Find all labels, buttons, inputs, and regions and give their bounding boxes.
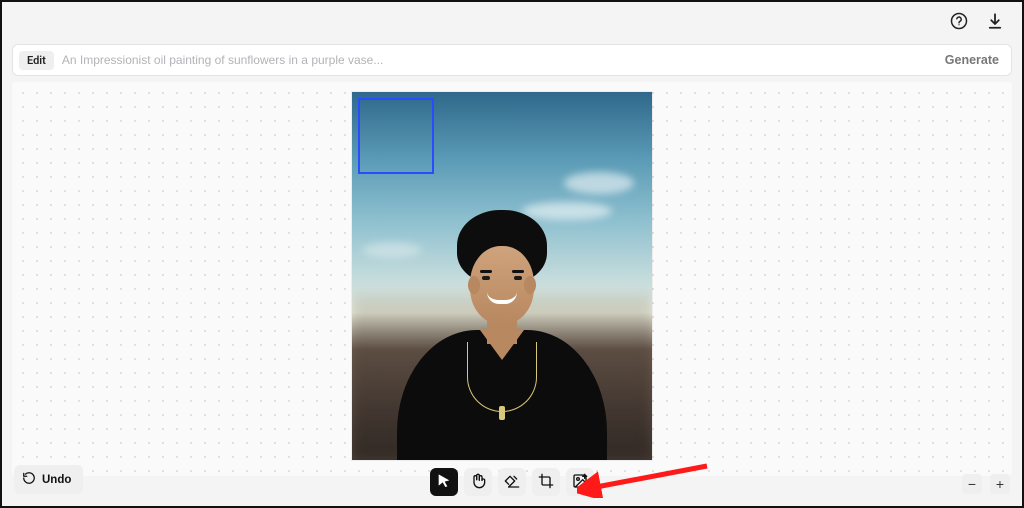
canvas-image[interactable] xyxy=(352,92,652,460)
hand-tool[interactable] xyxy=(464,468,492,496)
canvas-area[interactable] xyxy=(12,82,1012,476)
zoom-in-button[interactable]: + xyxy=(990,474,1010,494)
prompt-bar: Edit Generate xyxy=(12,44,1012,76)
prompt-input[interactable] xyxy=(62,53,931,67)
generate-button[interactable]: Generate xyxy=(939,49,1005,71)
hand-icon xyxy=(470,473,486,492)
zoom-out-button[interactable]: − xyxy=(962,474,982,494)
undo-icon xyxy=(22,471,36,488)
eraser-tool[interactable] xyxy=(498,468,526,496)
crop-icon xyxy=(538,473,554,492)
toolbar xyxy=(430,468,594,496)
cursor-tool[interactable] xyxy=(430,468,458,496)
cursor-icon xyxy=(436,473,452,492)
mode-chip[interactable]: Edit xyxy=(19,51,54,70)
help-circle-icon xyxy=(950,12,968,33)
image-plus-icon xyxy=(572,473,588,492)
image-add-tool[interactable] xyxy=(566,468,594,496)
download-icon xyxy=(986,12,1004,33)
crop-tool[interactable] xyxy=(532,468,560,496)
undo-button[interactable]: Undo xyxy=(14,465,83,494)
undo-label: Undo xyxy=(42,474,71,486)
help-button[interactable] xyxy=(950,12,968,33)
zoom-controls: − + xyxy=(962,474,1010,494)
selection-rectangle[interactable] xyxy=(358,98,434,174)
download-button[interactable] xyxy=(986,12,1004,33)
eraser-icon xyxy=(504,473,520,492)
